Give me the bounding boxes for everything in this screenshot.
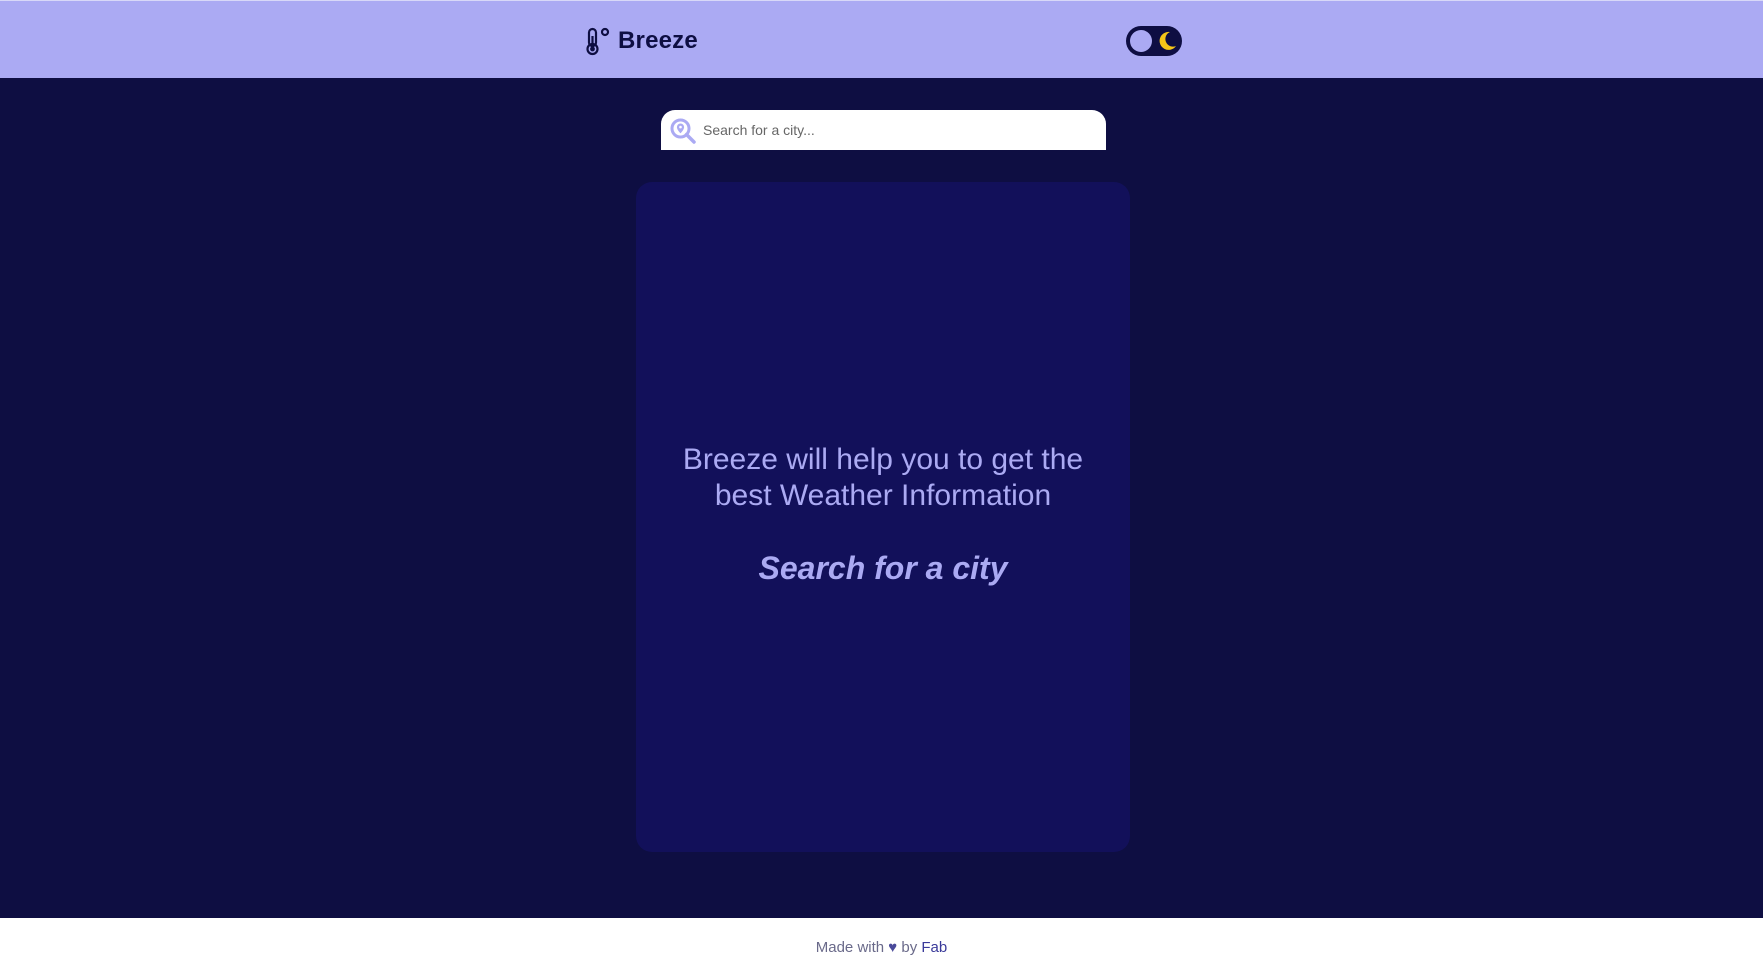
moon-icon — [1159, 31, 1176, 50]
search-prompt: Search for a city — [758, 550, 1008, 586]
search-location-icon[interactable] — [669, 117, 697, 145]
theme-toggle[interactable] — [1126, 26, 1182, 56]
author-link[interactable]: Fab — [921, 939, 947, 956]
search-bar — [661, 110, 1106, 150]
search-input[interactable] — [701, 110, 1098, 150]
welcome-message: Breeze will help you to get the best Wea… — [636, 442, 1130, 587]
footer: Made with ♥ by Fab — [0, 918, 1763, 974]
tagline: Breeze will help you to get the best Wea… — [682, 443, 1084, 512]
toggle-knob — [1130, 30, 1152, 52]
app-title: Breeze — [618, 27, 698, 54]
footer-made-with: Made with — [815, 939, 885, 956]
heart-icon: ♥ — [888, 939, 898, 956]
page: Breeze Breeze will help you to get the b… — [0, 0, 1763, 974]
brand[interactable]: Breeze — [584, 25, 698, 57]
weather-card: Breeze will help you to get the best Wea… — [636, 182, 1130, 852]
thermometer-degree-icon — [586, 27, 610, 56]
footer-credit: Made with ♥ by Fab — [0, 939, 1763, 956]
top-bar: Breeze — [0, 0, 1763, 78]
footer-by: by — [901, 939, 918, 956]
